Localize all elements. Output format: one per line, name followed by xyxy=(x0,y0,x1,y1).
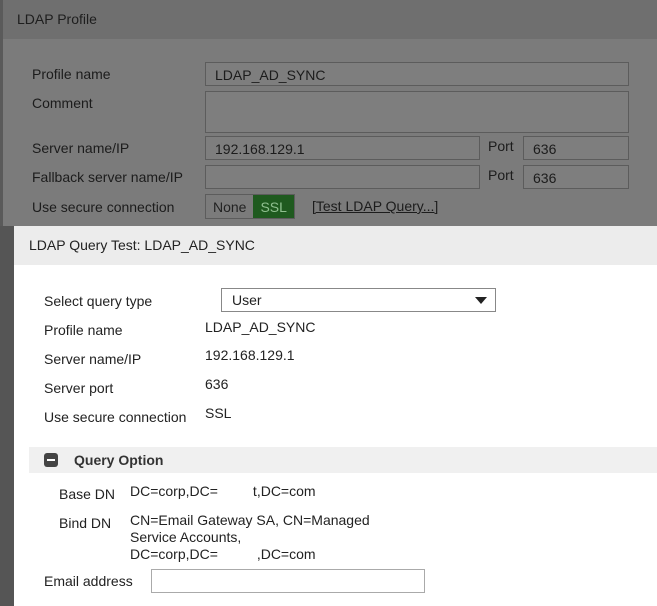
query-type-select[interactable]: User xyxy=(221,288,496,312)
bind-dn-line-1: CN=Email Gateway SA, CN=Managed xyxy=(130,512,370,528)
dialog-secure-label: Use secure connection xyxy=(44,409,187,425)
chevron-down-icon xyxy=(475,297,487,304)
fallback-port-input[interactable]: 636 xyxy=(523,165,629,189)
dialog-port-label: Server port xyxy=(44,380,114,396)
port-input[interactable]: 636 xyxy=(523,136,629,160)
query-type-value: User xyxy=(232,292,262,308)
dialog-secure: SSL xyxy=(205,405,232,421)
dialog-server-label: Server name/IP xyxy=(44,351,142,367)
fallback-label: Fallback server name/IP xyxy=(32,169,183,185)
profile-name-label: Profile name xyxy=(32,66,111,82)
bind-dn-line-2: Service Accounts, xyxy=(130,529,242,545)
base-dn-value: DC=corp,DC= t,DC=com xyxy=(130,483,316,499)
email-label: Email address xyxy=(44,573,133,589)
profile-name-input[interactable]: LDAP_AD_SYNC xyxy=(205,62,629,86)
test-ldap-query-link[interactable]: [Test LDAP Query...] xyxy=(312,198,438,214)
dialog-port: 636 xyxy=(205,376,229,392)
server-input[interactable]: 192.168.129.1 xyxy=(205,136,480,160)
bind-dn-label: Bind DN xyxy=(59,515,112,531)
secure-connection-toggle[interactable]: None SSL xyxy=(205,194,295,219)
dialog-profile-name-label: Profile name xyxy=(44,322,123,338)
ldap-query-test-dialog: LDAP Query Test: LDAP_AD_SYNC Select que… xyxy=(14,226,657,606)
email-input[interactable] xyxy=(151,569,425,593)
dialog-profile-name: LDAP_AD_SYNC xyxy=(205,319,316,335)
query-type-label: Select query type xyxy=(44,293,153,309)
fallback-port-label: Port xyxy=(488,167,514,183)
fallback-input[interactable] xyxy=(205,165,480,189)
section-title: Query Option xyxy=(74,452,164,468)
profile-window-title: LDAP Profile xyxy=(0,0,657,39)
comment-label: Comment xyxy=(32,95,93,111)
base-dn-label: Base DN xyxy=(59,486,116,502)
server-label: Server name/IP xyxy=(32,140,130,156)
query-option-section-header[interactable]: Query Option xyxy=(29,447,657,473)
port-label: Port xyxy=(488,138,514,154)
secure-option-none[interactable]: None xyxy=(206,195,253,218)
comment-textarea[interactable] xyxy=(205,91,629,133)
dialog-shadow xyxy=(0,226,14,606)
dialog-server: 192.168.129.1 xyxy=(205,347,295,363)
bind-dn-line-3: DC=corp,DC= ,DC=com xyxy=(130,546,316,562)
collapse-icon[interactable] xyxy=(44,453,58,467)
secure-label: Use secure connection xyxy=(32,199,175,215)
dialog-title: LDAP Query Test: LDAP_AD_SYNC xyxy=(14,226,657,265)
secure-option-ssl[interactable]: SSL xyxy=(253,195,294,218)
